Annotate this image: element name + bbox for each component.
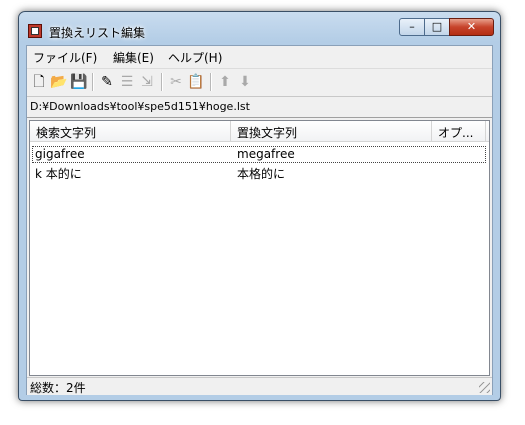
toolbar-separator xyxy=(92,73,94,91)
title-bar[interactable]: 置換えリスト編集 – □ ✕ xyxy=(19,12,500,42)
maximize-button[interactable]: □ xyxy=(424,18,450,36)
column-header-search[interactable]: 検索文字列 xyxy=(30,121,231,141)
column-header-replace[interactable]: 置換文字列 xyxy=(231,121,432,141)
app-icon[interactable] xyxy=(28,24,42,38)
edit-icon[interactable]: ✎ xyxy=(98,73,116,91)
menu-edit[interactable]: 編集(E) xyxy=(113,49,154,66)
list-header: 検索文字列 置換文字列 オプ... xyxy=(30,121,489,142)
move-up-icon[interactable]: ⬆ xyxy=(216,73,234,91)
paste-icon[interactable]: 📋 xyxy=(187,73,205,91)
cell-search: k 本的に xyxy=(35,167,82,181)
table-row[interactable]: gigafree megafree xyxy=(32,146,486,163)
menu-file[interactable]: ファイル(F) xyxy=(33,49,97,66)
export-icon[interactable]: ⇲ xyxy=(138,73,156,91)
replace-list[interactable]: 検索文字列 置換文字列 オプ... gigafree megafree k 本的… xyxy=(29,120,490,376)
window-title: 置換えリスト編集 xyxy=(49,26,146,40)
menu-bar: ファイル(F) 編集(E) ヘルプ(H) xyxy=(27,46,492,69)
file-path: D:¥Downloads¥tool¥spe5d151¥hoge.lst xyxy=(27,97,492,118)
table-row[interactable]: k 本的に 本格的に xyxy=(32,164,486,181)
status-bar: 総数：2件 xyxy=(27,377,492,395)
open-folder-icon[interactable]: 📂 xyxy=(50,73,68,91)
cut-icon[interactable]: ✂ xyxy=(167,73,185,91)
cell-search: gigafree xyxy=(35,147,85,161)
list-icon[interactable]: ☰ xyxy=(118,73,136,91)
toolbar: 🗋 📂 💾 ✎ ☰ ⇲ ✂ 📋 ⬆ ⬇ xyxy=(27,69,492,97)
move-down-icon[interactable]: ⬇ xyxy=(236,73,254,91)
minimize-button[interactable]: – xyxy=(399,18,425,36)
toolbar-separator xyxy=(210,73,212,91)
column-header-option[interactable]: オプ... xyxy=(432,121,486,141)
close-button[interactable]: ✕ xyxy=(449,18,494,36)
cell-replace: 本格的に xyxy=(237,167,286,181)
resize-grip-icon[interactable] xyxy=(479,382,490,393)
client-area: ファイル(F) 編集(E) ヘルプ(H) 🗋 📂 💾 ✎ ☰ ⇲ ✂ 📋 ⬆ ⬇… xyxy=(26,45,493,395)
save-icon[interactable]: 💾 xyxy=(70,73,88,91)
cell-replace: megafree xyxy=(237,147,295,161)
toolbar-separator xyxy=(161,73,163,91)
status-count: 総数：2件 xyxy=(30,381,86,395)
menu-help[interactable]: ヘルプ(H) xyxy=(168,49,222,66)
app-window: 置換えリスト編集 – □ ✕ ファイル(F) 編集(E) ヘルプ(H) 🗋 📂 … xyxy=(18,11,501,401)
new-file-icon[interactable]: 🗋 xyxy=(30,73,48,91)
